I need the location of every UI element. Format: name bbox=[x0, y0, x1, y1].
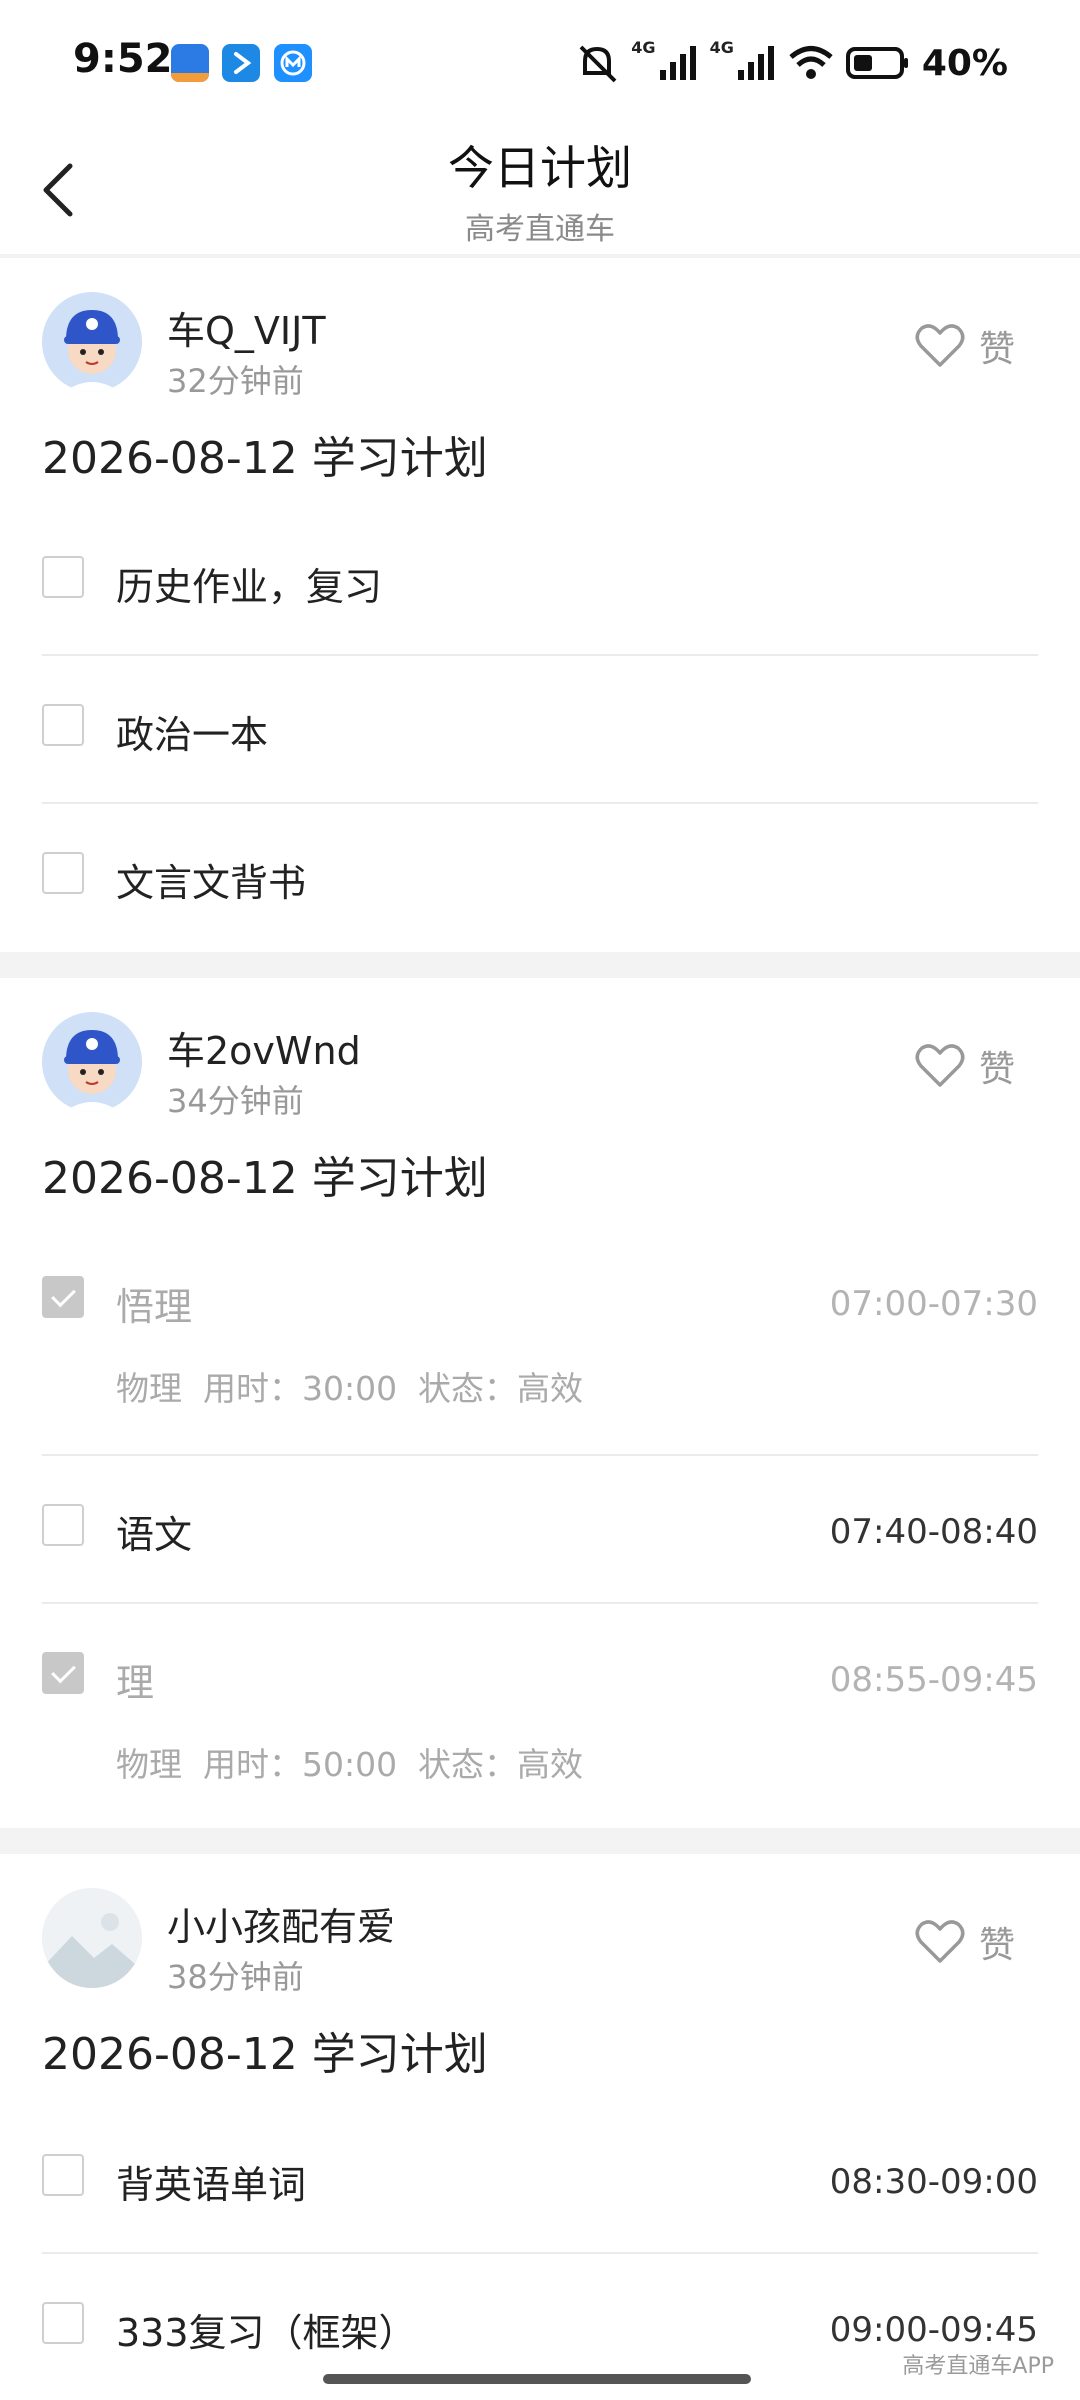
avatar[interactable] bbox=[42, 1888, 142, 1988]
task-name: 政治一本 bbox=[116, 713, 269, 757]
status-time: 9:52 bbox=[73, 36, 173, 82]
task-item: 语文 07:40-08:40 bbox=[42, 1504, 1038, 1564]
battery-percent: 40% bbox=[921, 42, 1008, 84]
avatar[interactable] bbox=[42, 1012, 142, 1112]
network-type-label-2: 4G bbox=[709, 38, 734, 57]
task-item: 悟理 07:00-07:30 物理 用时：30:00 状态：高效 bbox=[42, 1276, 1038, 1408]
like-label: 赞 bbox=[978, 1049, 1015, 1090]
bluetooth-app-icon bbox=[222, 44, 260, 82]
like-label: 赞 bbox=[978, 1925, 1015, 1966]
watermark: 高考直通车APP bbox=[902, 2354, 1054, 2379]
divider bbox=[42, 654, 1038, 656]
plan-title: 2026-08-12 学习计划 bbox=[42, 1153, 488, 1204]
card-divider bbox=[0, 952, 1080, 978]
nav-header: 今日计划 高考直通车 bbox=[0, 120, 1080, 258]
task-checkbox[interactable] bbox=[42, 1276, 84, 1318]
mute-icon bbox=[579, 45, 617, 83]
post-time: 38分钟前 bbox=[167, 1958, 304, 1996]
status-indicators: 4G 4G 40% bbox=[575, 38, 1008, 88]
task-name: 悟理 bbox=[116, 1285, 193, 1329]
plan-card: 小小孩配有爱 38分钟前 赞 2026-08-12 学习计划 背英语单词 08:… bbox=[0, 1854, 1080, 2400]
signal-icon bbox=[737, 46, 774, 80]
like-label: 赞 bbox=[978, 329, 1015, 370]
gaokao-app-icon bbox=[171, 44, 209, 82]
wifi-icon bbox=[789, 46, 833, 79]
task-meta: 物理 用时：50:00 状态：高效 bbox=[116, 1745, 584, 1784]
task-item: 政治一本 bbox=[42, 704, 1038, 764]
status-bar: 9:52 4G 4G 40% bbox=[0, 0, 1080, 120]
heart-icon bbox=[915, 1044, 965, 1087]
task-item: 历史作业，复习 bbox=[42, 556, 1038, 616]
divider bbox=[42, 1454, 1038, 1456]
signal-icon bbox=[659, 46, 696, 80]
task-name: 历史作业，复习 bbox=[116, 565, 383, 609]
task-name: 333复习（框架） bbox=[116, 2311, 417, 2355]
plan-card: 车2ovWnd 34分钟前 赞 2026-08-12 学习计划 悟理 07:00… bbox=[0, 978, 1080, 1826]
plan-title: 2026-08-12 学习计划 bbox=[42, 433, 488, 484]
page-subtitle: 高考直通车 bbox=[465, 212, 615, 247]
task-time: 07:40-08:40 bbox=[829, 1512, 1038, 1552]
card-divider bbox=[0, 1828, 1080, 1854]
like-button[interactable]: 赞 bbox=[915, 1040, 1015, 1092]
post-time: 34分钟前 bbox=[167, 1082, 304, 1120]
username: 车2ovWnd bbox=[167, 1029, 361, 1073]
task-checkbox[interactable] bbox=[42, 1504, 84, 1546]
task-checkbox[interactable] bbox=[42, 704, 84, 746]
plan-card: 车Q_VIJT 32分钟前 赞 2026-08-12 学习计划 历史作业，复习 … bbox=[0, 258, 1080, 950]
task-item: 理 08:55-09:45 物理 用时：50:00 状态：高效 bbox=[42, 1652, 1038, 1784]
avatar[interactable] bbox=[42, 292, 142, 392]
heart-icon bbox=[915, 324, 965, 367]
task-item: 333复习（框架） 09:00-09:45 bbox=[42, 2302, 1038, 2362]
username: 车Q_VIJT bbox=[167, 309, 326, 353]
task-checkbox[interactable] bbox=[42, 556, 84, 598]
metro-app-icon bbox=[274, 44, 312, 82]
battery-icon bbox=[845, 47, 908, 79]
task-time: 09:00-09:45 bbox=[829, 2310, 1038, 2350]
divider bbox=[42, 1602, 1038, 1604]
task-checkbox[interactable] bbox=[42, 2302, 84, 2344]
task-time: 08:55-09:45 bbox=[829, 1660, 1038, 1700]
task-name: 理 bbox=[116, 1661, 155, 1705]
page-title: 今日计划 bbox=[448, 141, 632, 195]
task-meta: 物理 用时：30:00 状态：高效 bbox=[116, 1369, 584, 1408]
task-checkbox[interactable] bbox=[42, 2154, 84, 2196]
post-time: 32分钟前 bbox=[167, 362, 304, 400]
task-name: 文言文背书 bbox=[116, 861, 307, 905]
like-button[interactable]: 赞 bbox=[915, 320, 1015, 372]
task-item: 背英语单词 08:30-09:00 bbox=[42, 2154, 1038, 2214]
divider bbox=[42, 802, 1038, 804]
task-time: 07:00-07:30 bbox=[829, 1284, 1038, 1324]
username: 小小孩配有爱 bbox=[167, 1905, 396, 1949]
divider bbox=[42, 2252, 1038, 2254]
network-type-label: 4G bbox=[631, 38, 656, 57]
home-indicator[interactable] bbox=[323, 2374, 751, 2384]
task-checkbox[interactable] bbox=[42, 852, 84, 894]
task-item: 文言文背书 bbox=[42, 852, 1038, 912]
heart-icon bbox=[915, 1920, 965, 1963]
plan-title: 2026-08-12 学习计划 bbox=[42, 2029, 488, 2080]
task-time: 08:30-09:00 bbox=[829, 2162, 1038, 2202]
task-name: 语文 bbox=[116, 1513, 193, 1557]
task-checkbox[interactable] bbox=[42, 1652, 84, 1694]
like-button[interactable]: 赞 bbox=[915, 1916, 1015, 1968]
task-name: 背英语单词 bbox=[116, 2163, 307, 2207]
